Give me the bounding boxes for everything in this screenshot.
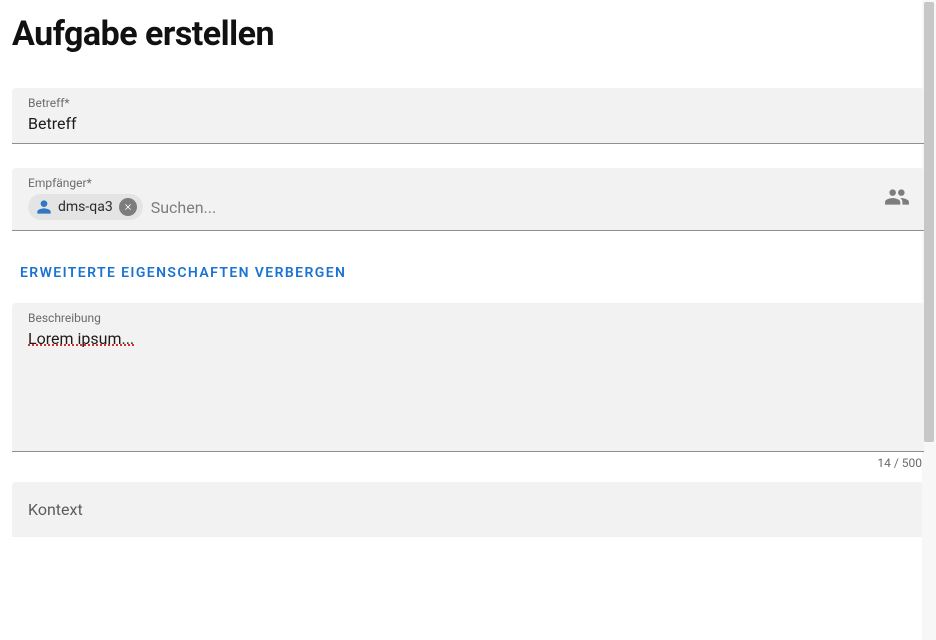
chip-remove-button[interactable] — [119, 198, 137, 216]
subject-label: Betreff* — [28, 96, 908, 110]
description-field[interactable]: Beschreibung — [12, 303, 924, 452]
context-label: Kontext — [28, 500, 83, 519]
description-label: Beschreibung — [28, 311, 908, 325]
recipient-chip-label: dms-qa3 — [58, 199, 113, 215]
subject-input[interactable] — [28, 112, 908, 137]
recipients-label: Empfänger* — [28, 176, 908, 190]
context-field[interactable]: Kontext — [12, 482, 924, 537]
description-counter: 14 / 500 — [12, 452, 924, 482]
page-title: Aufgabe erstellen — [12, 14, 924, 54]
recipient-search-input[interactable] — [151, 198, 908, 217]
recipients-field[interactable]: Empfänger* dms-qa3 — [12, 168, 924, 231]
scrollbar-thumb[interactable] — [924, 2, 934, 442]
description-input[interactable] — [28, 327, 908, 447]
scrollbar-track[interactable] — [922, 0, 936, 640]
person-icon — [36, 199, 52, 215]
group-icon — [884, 184, 910, 210]
toggle-advanced-button[interactable]: ERWEITERTE EIGENSCHAFTEN VERBERGEN — [12, 243, 354, 303]
group-picker-button[interactable] — [884, 184, 910, 214]
close-icon — [123, 202, 133, 212]
subject-field[interactable]: Betreff* — [12, 88, 924, 144]
recipient-chip[interactable]: dms-qa3 — [28, 194, 143, 220]
